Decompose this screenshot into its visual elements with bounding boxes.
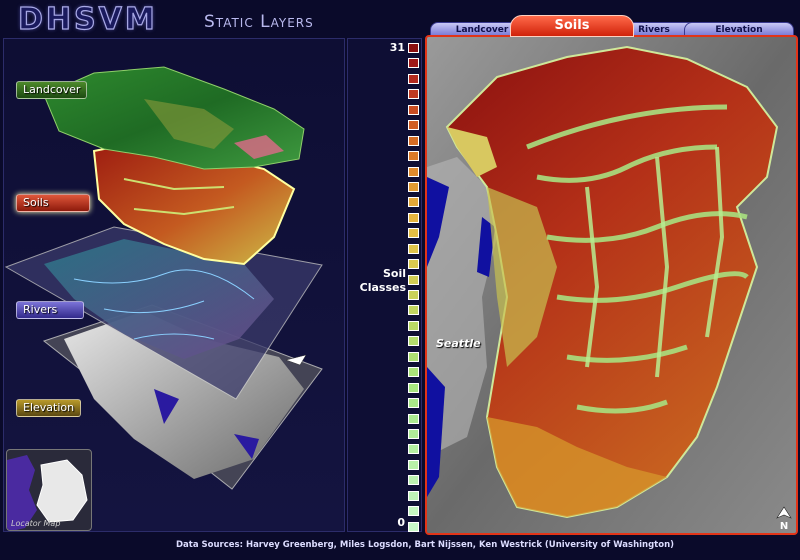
legend-swatch — [408, 351, 419, 362]
landcover-layer-button[interactable]: Landcover — [16, 81, 88, 99]
soil-legend: 31 Soil Classes 0 — [347, 38, 422, 532]
legend-swatch — [408, 398, 419, 409]
legend-swatch — [408, 151, 419, 162]
legend-swatch — [408, 135, 419, 146]
legend-swatch — [408, 181, 419, 192]
legend-max-value: 31 — [389, 41, 405, 54]
legend-swatch — [408, 320, 419, 331]
legend-title: Soil Classes — [359, 267, 406, 294]
legend-swatch — [408, 243, 419, 254]
legend-swatch — [408, 274, 419, 285]
legend-swatch — [408, 212, 419, 223]
legend-swatch — [408, 43, 419, 53]
legend-swatch — [408, 506, 419, 517]
legend-swatch — [408, 413, 419, 424]
legend-swatch — [408, 228, 419, 239]
legend-swatch — [408, 104, 419, 115]
north-arrow-icon: N — [776, 506, 792, 530]
soils-layer-button[interactable]: Soils — [16, 194, 90, 212]
app-subtitle: Static Layers — [204, 12, 314, 32]
layer-stack-panel: Landcover Soils Rivers Elevation Locator… — [3, 38, 345, 532]
city-label-seattle: Seattle — [436, 337, 481, 350]
soils-map[interactable]: Seattle N — [425, 35, 798, 535]
legend-swatch — [408, 197, 419, 208]
legend-swatch — [408, 259, 419, 270]
locator-map[interactable]: Locator Map — [6, 449, 92, 531]
legend-swatch — [408, 475, 419, 486]
elevation-layer-button[interactable]: Elevation — [16, 399, 82, 417]
legend-swatch — [408, 166, 419, 177]
legend-swatch — [408, 382, 419, 393]
legend-min-value: 0 — [397, 516, 405, 529]
locator-map-label: Locator Map — [11, 519, 61, 528]
legend-swatch — [408, 444, 419, 455]
tab-soils[interactable]: Soils — [510, 15, 634, 37]
legend-swatch — [408, 521, 419, 532]
app-title: DHSVM — [17, 2, 158, 37]
legend-swatch — [408, 89, 419, 100]
legend-swatch-column — [408, 43, 420, 537]
legend-swatch — [408, 336, 419, 347]
legend-swatch — [408, 58, 419, 69]
legend-swatch — [408, 305, 419, 316]
rivers-layer-button[interactable]: Rivers — [16, 301, 84, 319]
legend-swatch — [408, 120, 419, 131]
layer-tab-bar: Landcover Soils Rivers Elevation — [426, 15, 798, 37]
data-credits: Data Sources: Harvey Greenberg, Miles Lo… — [175, 540, 675, 550]
legend-swatch — [408, 290, 419, 300]
legend-swatch — [408, 459, 419, 470]
tab-elevation[interactable]: Elevation — [684, 22, 794, 36]
legend-swatch — [408, 490, 419, 501]
legend-swatch — [408, 367, 419, 378]
soils-map-image — [427, 37, 796, 533]
north-label: N — [780, 521, 788, 530]
stack-north-icon — [285, 354, 307, 366]
legend-swatch — [408, 73, 419, 84]
legend-swatch — [408, 428, 419, 439]
